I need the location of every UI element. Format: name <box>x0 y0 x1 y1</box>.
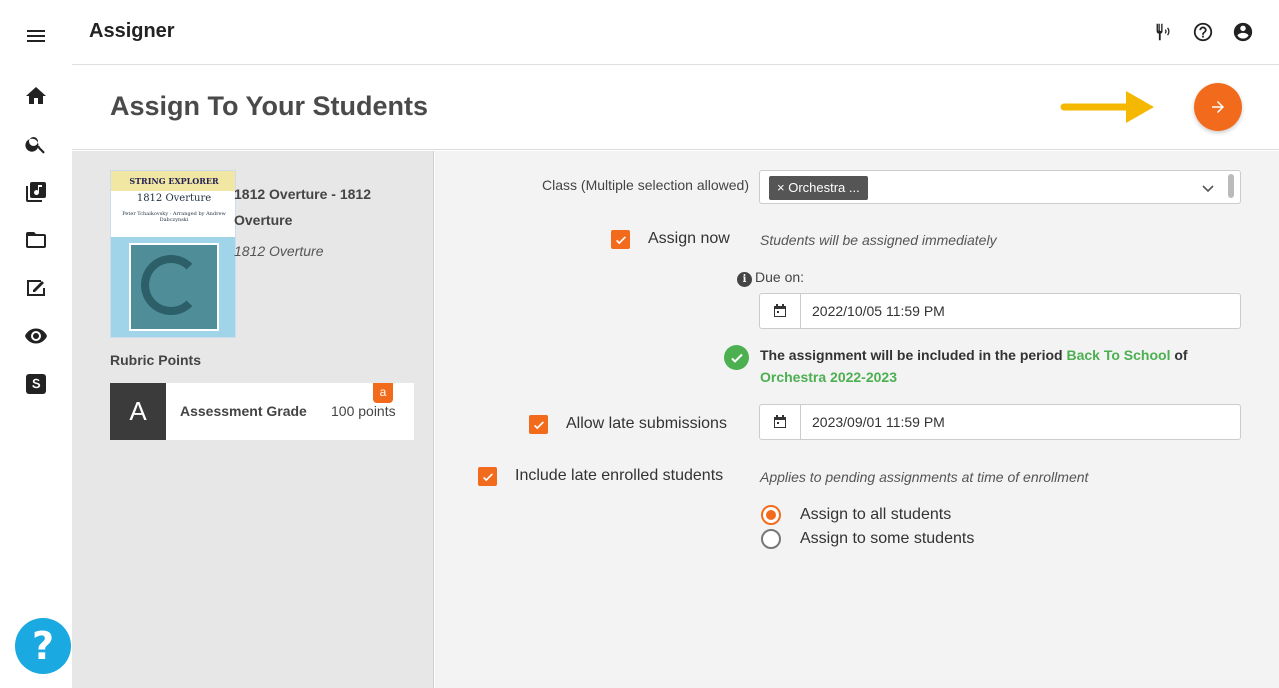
cover-picture <box>129 243 219 331</box>
class-chip[interactable]: × Orchestra ... <box>769 176 868 200</box>
assign-now-checkbox[interactable] <box>611 230 630 249</box>
folder-icon[interactable] <box>22 226 50 254</box>
piece-cover-image: STRING EXPLORER SERIES 1812 Overture Pet… <box>110 170 236 338</box>
calendar-icon[interactable] <box>760 405 801 439</box>
allow-late-label: Allow late submissions <box>566 415 727 432</box>
select-scrollbar[interactable] <box>1228 174 1234 198</box>
rubric-letter: A <box>110 383 166 440</box>
assign-now-label: Assign now <box>648 230 730 247</box>
allow-late-checkbox[interactable] <box>529 415 548 434</box>
piece-title: 1812 Overture - 1812 Overture <box>234 186 371 228</box>
rubric-name: Assessment Grade <box>180 403 307 419</box>
assign-some-label[interactable]: Assign to some students <box>800 530 974 548</box>
top-actions <box>1151 20 1255 44</box>
arrow-right-icon <box>1212 101 1224 113</box>
rubric-item[interactable]: A Assessment Grade 100 points a <box>110 383 414 440</box>
cover-title: 1812 Overture <box>136 193 212 204</box>
next-button[interactable] <box>1194 83 1242 131</box>
cover-series: STRING EXPLORER SERIES <box>111 171 235 206</box>
assign-some-radio[interactable] <box>761 529 781 549</box>
help-circle-icon[interactable] <box>1191 20 1215 44</box>
chip-remove-icon[interactable]: × <box>777 180 785 195</box>
menu-icon[interactable] <box>22 22 50 50</box>
page-header: Assign To Your Students <box>72 65 1279 150</box>
rubric-badge: a <box>373 383 393 403</box>
tuner-icon[interactable] <box>1151 20 1175 44</box>
info-icon: i <box>737 272 752 287</box>
eye-icon[interactable] <box>22 322 50 350</box>
late-date-field[interactable]: 2023/09/01 11:59 PM <box>759 404 1241 440</box>
late-enrolled-checkbox[interactable] <box>478 467 497 486</box>
piece-panel: STRING EXPLORER SERIES 1812 Overture Pet… <box>72 151 434 688</box>
search-icon[interactable] <box>22 130 50 158</box>
smartmusic-icon[interactable] <box>22 370 50 398</box>
rubric-points: 100 points <box>331 403 396 419</box>
assignment-icon[interactable] <box>22 274 50 302</box>
music-library-icon[interactable] <box>22 178 50 206</box>
due-label: Due on: <box>755 269 805 285</box>
account-icon[interactable] <box>1231 20 1255 44</box>
check-circle-icon <box>724 345 749 370</box>
app-title: Assigner <box>89 20 175 42</box>
class-label: Class (Multiple selection allowed) <box>542 177 749 193</box>
class-select[interactable]: × Orchestra ... <box>759 170 1241 204</box>
arrow-hint-icon <box>1060 91 1154 123</box>
late-enrolled-hint: Applies to pending assignments at time o… <box>760 469 1089 485</box>
cover-credit: Peter Tchaikovsky · Arranged by Andrew D… <box>122 211 226 223</box>
piece-subtitle: 1812 Overture <box>234 243 324 259</box>
rubric-label: Rubric Points <box>110 352 202 368</box>
nav-rail: ? <box>0 0 72 688</box>
calendar-icon[interactable] <box>760 294 801 328</box>
assign-form: Class (Multiple selection allowed) × Orc… <box>435 151 1279 688</box>
home-icon[interactable] <box>22 82 50 110</box>
assign-all-label[interactable]: Assign to all students <box>800 506 951 524</box>
late-enrolled-label: Include late enrolled students <box>515 467 724 484</box>
help-button[interactable]: ? <box>15 618 71 674</box>
period-link[interactable]: Back To School <box>1066 347 1170 363</box>
assign-now-hint: Students will be assigned immediately <box>760 232 997 248</box>
page-title: Assign To Your Students <box>110 91 429 121</box>
period-note: The assignment will be included in the p… <box>760 347 1188 385</box>
assign-all-radio[interactable] <box>761 505 781 525</box>
due-date-field[interactable]: 2022/10/05 11:59 PM <box>759 293 1241 329</box>
class-link[interactable]: Orchestra 2022-2023 <box>760 369 897 385</box>
late-date-value: 2023/09/01 11:59 PM <box>812 414 945 430</box>
chevron-down-icon[interactable] <box>1200 180 1216 196</box>
due-date-value: 2022/10/05 11:59 PM <box>812 303 945 319</box>
top-bar: Assigner <box>72 0 1279 65</box>
